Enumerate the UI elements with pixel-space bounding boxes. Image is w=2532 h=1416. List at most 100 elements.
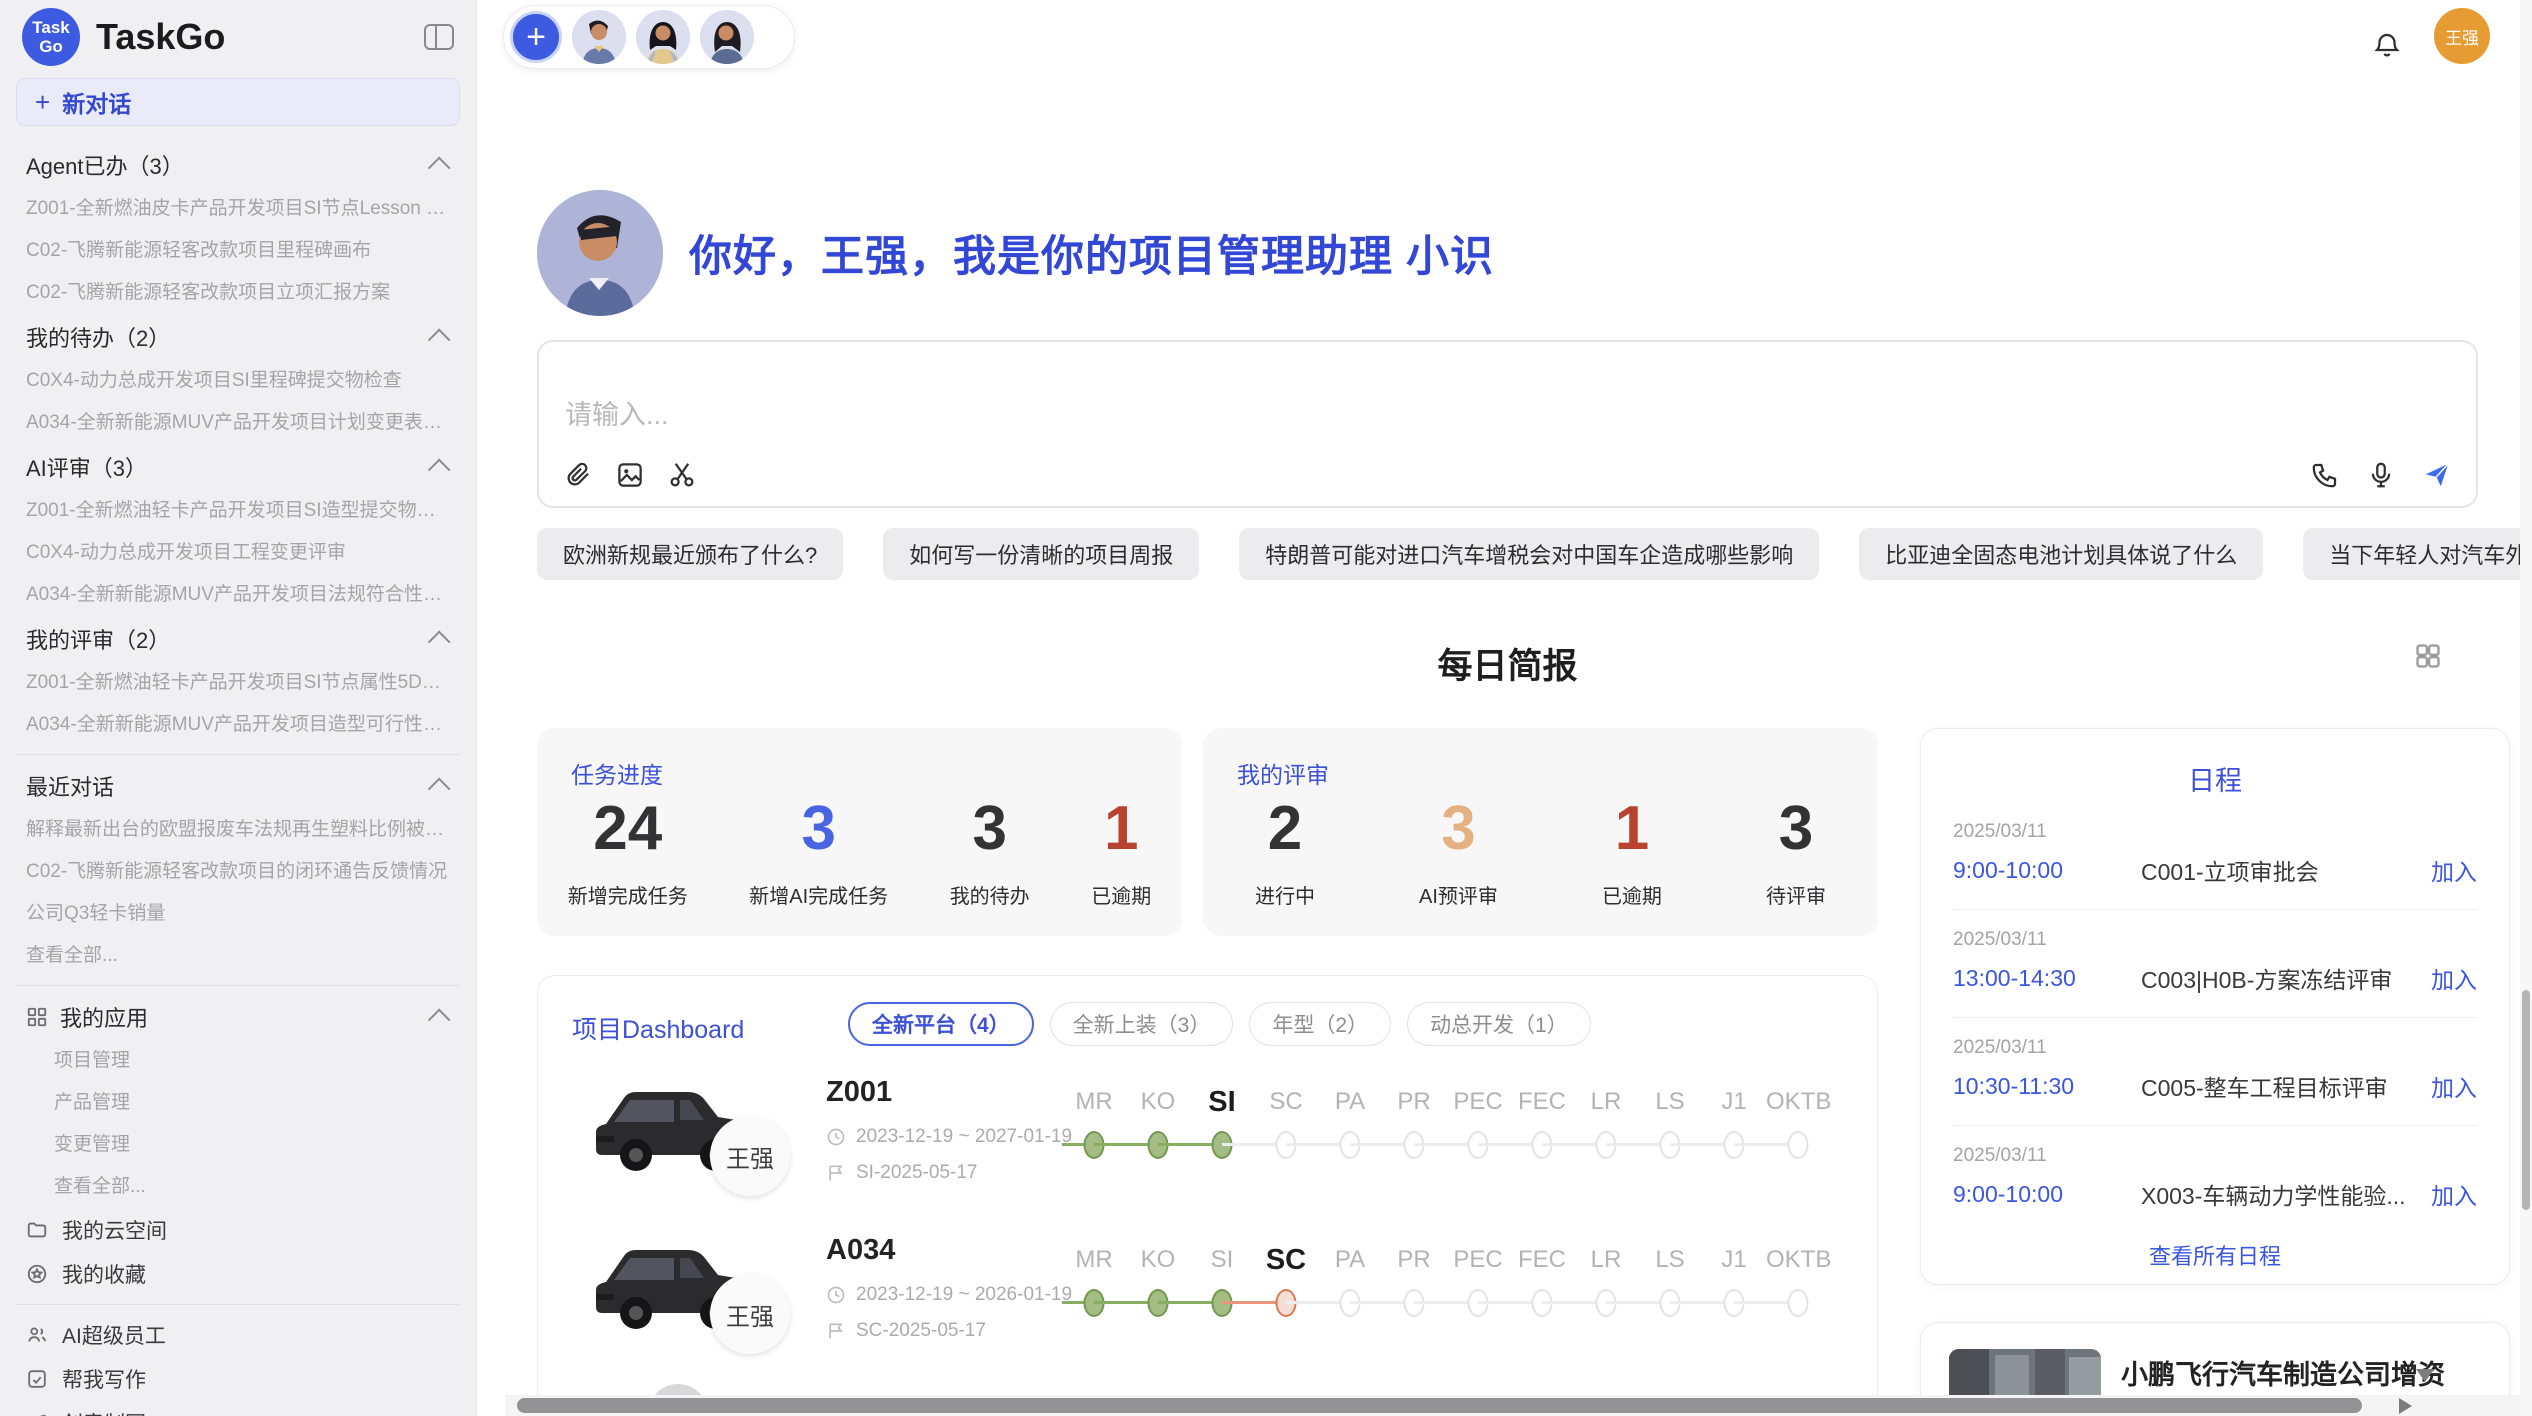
schedule-item: 2025/03/11 9:00-10:00 C001-立项审批会 加入 [1953, 821, 2477, 887]
schedule-date: 2025/03/11 [1953, 1145, 2477, 1167]
list-item[interactable]: C02-飞腾新能源轻客改款项目里程碑画布 [16, 230, 460, 272]
chevron-up-icon[interactable] [428, 459, 451, 482]
milestone-pr: PR [1382, 1240, 1446, 1326]
tool-help-write[interactable]: 帮我写作 [16, 1357, 460, 1401]
agent-avatar-3[interactable] [700, 10, 754, 64]
attachment-icon[interactable] [563, 460, 593, 490]
tab-new-body[interactable]: 全新上装（3） [1050, 1002, 1234, 1046]
stat-my-todo: 3 我的待办 [950, 790, 1030, 909]
scroll-right-arrow[interactable] [2399, 1398, 2412, 1414]
view-all-chats[interactable]: 查看全部... [16, 935, 460, 977]
section-my-todo[interactable]: 我的待办（2） [16, 314, 460, 360]
divider [1953, 1017, 2477, 1018]
layout-grid-icon[interactable] [2414, 642, 2442, 670]
send-icon[interactable] [2422, 460, 2452, 490]
scroll-down-arrow[interactable] [2416, 1369, 2434, 1382]
chevron-up-icon[interactable] [428, 778, 451, 801]
apps-grid-icon [26, 1006, 48, 1028]
suggestion-chip[interactable]: 当下年轻人对汽车外观有怎样的喜好趋势 [2303, 528, 2532, 580]
divider [1953, 1125, 2477, 1126]
tool-ai-super-staff[interactable]: AI超级员工 [16, 1313, 460, 1357]
agent-avatar-1[interactable] [572, 10, 626, 64]
list-item[interactable]: C0X4-动力总成开发项目SI里程碑提交物检查 [16, 360, 460, 402]
list-item[interactable]: C02-飞腾新能源轻客改款项目立项汇报方案 [16, 272, 460, 314]
suggestion-chip[interactable]: 如何写一份清晰的项目周报 [883, 528, 1199, 580]
list-item[interactable]: A034-全新新能源MUV产品开发项目法规符合性评审 [16, 574, 460, 616]
my-favorites[interactable]: 我的收藏 [16, 1252, 460, 1296]
milestone-ko: KO [1126, 1082, 1190, 1168]
project-row-z001[interactable]: 王强 Z001 2023-12-19 ~ 2027-01-19 SI-2025-… [538, 1064, 1878, 1222]
scissors-icon[interactable] [667, 460, 697, 490]
horizontal-scrollbar-thumb[interactable] [517, 1398, 2362, 1413]
microphone-icon[interactable] [2366, 460, 2396, 490]
recent-chat-item[interactable]: 公司Q3轻卡销量 [16, 893, 460, 935]
project-flag-milestone: SI-2025-05-17 [826, 1162, 977, 1184]
new-chat-button[interactable]: + 新对话 [16, 78, 460, 126]
suggestion-chip[interactable]: 欧洲新规最近颁布了什么? [537, 528, 843, 580]
vertical-scrollbar[interactable] [2520, 0, 2532, 1416]
list-item[interactable]: A034-全新新能源MUV产品开发项目计划变更表编写 [16, 402, 460, 444]
vertical-scrollbar-thumb[interactable] [2522, 990, 2530, 1210]
my-cloud-space[interactable]: 我的云空间 [16, 1208, 460, 1252]
horizontal-scrollbar[interactable] [505, 1395, 2532, 1416]
section-label: 最近对话 [26, 770, 114, 802]
clock-icon [826, 1285, 846, 1305]
project-dates: 2023-12-19 ~ 2026-01-19 [826, 1284, 1072, 1306]
chevron-up-icon[interactable] [428, 1009, 451, 1032]
list-item[interactable]: Z001-全新燃油轻卡产品开发项目SI节点属性5D文件评审 [16, 662, 460, 704]
tool-creative-drawing[interactable]: 创意制图 [16, 1401, 460, 1416]
write-doc-icon [26, 1368, 48, 1390]
chat-input[interactable] [565, 400, 1965, 431]
list-item[interactable]: C0X4-动力总成开发项目工程变更评审 [16, 532, 460, 574]
milestone-j1: J1 [1702, 1082, 1766, 1168]
agent-avatar-2[interactable] [636, 10, 690, 64]
join-button[interactable]: 加入 [2431, 1177, 2477, 1211]
user-avatar[interactable]: 王强 [2434, 8, 2490, 64]
suggestion-chip[interactable]: 比亚迪全固态电池计划具体说了什么 [1859, 528, 2263, 580]
list-item[interactable]: Z001-全新燃油轻卡产品开发项目SI造型提交物评审 [16, 490, 460, 532]
section-ai-review[interactable]: AI评审（3） [16, 444, 460, 490]
link-label: 我的收藏 [62, 1259, 146, 1289]
sidebar-collapse-icon[interactable] [424, 24, 454, 50]
tab-powertrain[interactable]: 动总开发（1） [1407, 1002, 1591, 1046]
notification-bell-icon[interactable] [2372, 30, 2402, 60]
phone-icon[interactable] [2310, 460, 2340, 490]
join-button[interactable]: 加入 [2431, 961, 2477, 995]
section-agent-done[interactable]: Agent已办（3） [16, 142, 460, 188]
app-item-change-mgmt[interactable]: 变更管理 [16, 1124, 460, 1166]
join-button[interactable]: 加入 [2431, 853, 2477, 887]
people-icon [26, 1324, 48, 1346]
schedule-title: 日程 [1921, 759, 2509, 798]
view-all-apps[interactable]: 查看全部... [16, 1166, 460, 1208]
milestone-pr: PR [1382, 1082, 1446, 1168]
schedule-time: 10:30-11:30 [1953, 1073, 2141, 1100]
chevron-up-icon[interactable] [428, 157, 451, 180]
tab-new-platform[interactable]: 全新平台（4） [848, 1002, 1034, 1046]
list-item[interactable]: Z001-全新燃油皮卡产品开发项目SI节点Lesson Learn报告 [16, 188, 460, 230]
recent-chat-item[interactable]: C02-飞腾新能源轻客改款项目的闭环通告反馈情况 [16, 851, 460, 893]
task-progress-card: 任务进度 24 新增完成任务 3 新增AI完成任务 3 我的待办 1 已逾期 [537, 728, 1182, 936]
add-agent-button[interactable]: + [510, 11, 562, 63]
greeting-text: 你好，王强，我是你的项目管理助理 小识 [689, 222, 1494, 284]
image-icon[interactable] [615, 460, 645, 490]
section-my-review[interactable]: 我的评审（2） [16, 616, 460, 662]
quill-pen-icon [26, 1412, 48, 1416]
suggestion-chip[interactable]: 特朗普可能对进口汽车增税会对中国车企造成哪些影响 [1239, 528, 1819, 580]
section-my-apps[interactable]: 我的应用 [16, 994, 460, 1040]
chevron-up-icon[interactable] [428, 631, 451, 654]
list-item[interactable]: A034-全新新能源MUV产品开发项目造型可行性评审 [16, 704, 460, 746]
main-content: + 王强 你好，王强，我是你的项目管理助理 小识 [477, 0, 2532, 1416]
tab-model-year[interactable]: 年型（2） [1249, 1002, 1391, 1046]
app-item-product-mgmt[interactable]: 产品管理 [16, 1082, 460, 1124]
app-item-project-mgmt[interactable]: 项目管理 [16, 1040, 460, 1082]
chevron-up-icon[interactable] [428, 329, 451, 352]
section-recent-chats[interactable]: 最近对话 [16, 763, 460, 809]
view-all-schedule[interactable]: 查看所有日程 [1921, 1239, 2509, 1271]
recent-chat-item[interactable]: 解释最新出台的欧盟报废车法规再生塑料比例被调至15%... [16, 809, 460, 851]
join-button[interactable]: 加入 [2431, 1069, 2477, 1103]
schedule-name: C005-整车工程目标评审 [2141, 1069, 2417, 1103]
section-label: 我的评审（2） [26, 623, 170, 655]
project-row-a034[interactable]: 王强 A034 2023-12-19 ~ 2026-01-19 SC-2025-… [538, 1222, 1878, 1380]
sidebar-header: Task Go TaskGo [0, 0, 476, 74]
sidebar-list: Agent已办（3） Z001-全新燃油皮卡产品开发项目SI节点Lesson L… [0, 142, 476, 1416]
